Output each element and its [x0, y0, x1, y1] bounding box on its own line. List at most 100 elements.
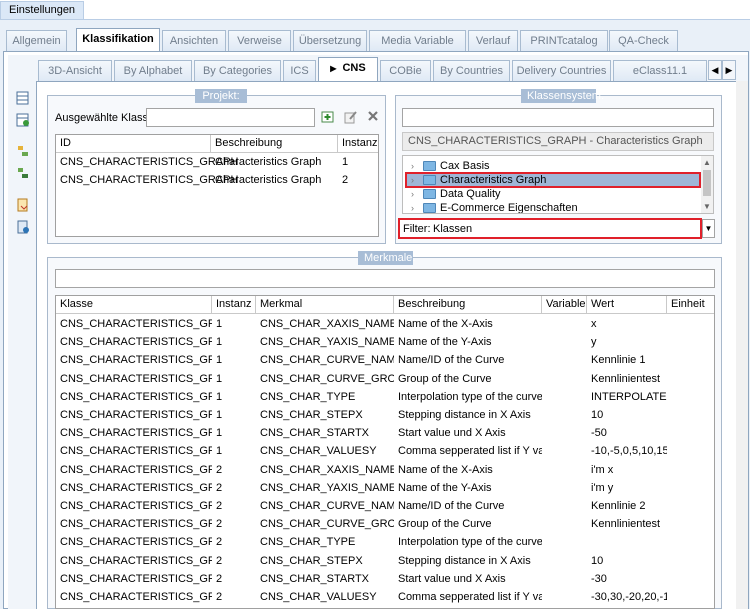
tab-scroll-right[interactable]: ▶ — [722, 60, 736, 80]
tree-edit-icon[interactable] — [16, 166, 30, 180]
tab-by-alphabet[interactable]: By Alphabet — [114, 60, 192, 81]
table-cell: CNS_CHAR_YAXIS_NAME — [260, 336, 394, 349]
tab-by-categories[interactable]: By Categories — [194, 60, 281, 81]
document-export-icon[interactable] — [16, 198, 30, 212]
table-cell — [542, 406, 587, 424]
filter-field[interactable]: Filter: Klassen — [398, 218, 702, 239]
table-cell — [667, 533, 714, 551]
col-instanz[interactable]: Instanz — [338, 135, 378, 153]
tree-item[interactable]: › Data Quality — [411, 187, 501, 201]
chevron-right-icon[interactable]: › — [411, 201, 423, 213]
table-cell — [667, 370, 714, 388]
document-import-icon[interactable] — [16, 220, 30, 234]
table-cell — [542, 370, 587, 388]
tab-cobie[interactable]: COBie — [380, 60, 431, 81]
table-cell: Start value und X Axis — [398, 572, 506, 585]
table-cell[interactable]: CNS_CHARACTERISTICS_GRAPH — [56, 533, 212, 551]
tab-3d-ansicht[interactable]: 3D-Ansicht — [38, 60, 112, 81]
selected-classes-input[interactable] — [146, 108, 315, 127]
chevron-right-icon[interactable]: › — [411, 187, 423, 201]
tab-printcatalog[interactable]: PRINTcatalog — [520, 30, 608, 51]
table-cell — [542, 424, 587, 442]
col-wert[interactable]: Wert — [587, 296, 667, 314]
table-cell — [542, 570, 587, 588]
col-id[interactable]: ID — [56, 135, 211, 153]
folder-icon — [423, 161, 436, 172]
col-beschreibung[interactable]: Beschreibung — [394, 296, 542, 314]
table-cell — [587, 533, 667, 551]
tree-add-icon[interactable] — [16, 144, 30, 158]
delete-icon[interactable] — [367, 110, 379, 122]
table-cell[interactable]: CNS_CHARACTERISTICS_GRAPH — [56, 333, 212, 351]
table-cell[interactable]: CNS_CHARACTERISTICS_GRAPH — [56, 515, 212, 533]
tree-scrollbar[interactable]: ▲ ▼ — [701, 156, 713, 213]
table-cell[interactable]: CNS_CHARACTERISTICS_GRAPH — [56, 424, 212, 442]
table-add-icon[interactable] — [16, 113, 30, 127]
tree-item[interactable]: › E-Commerce Eigenschaften — [411, 201, 578, 213]
col-variable[interactable]: Variable — [542, 296, 587, 314]
table-cell: CNS_CHAR_TYPE — [260, 536, 356, 549]
tab-by-countries[interactable]: By Countries — [433, 60, 510, 81]
tab-allgemein[interactable]: Allgemein — [6, 30, 67, 51]
tree-item[interactable]: › Characteristics Graph — [405, 172, 701, 188]
table-cell: Name of the Y-Axis — [398, 336, 492, 349]
table-cell[interactable]: CNS_CHARACTERISTICS_GRAPH — [56, 552, 212, 570]
table-cell[interactable]: CNS_CHARACTERISTICS_GRAPH — [56, 370, 212, 388]
tab-verweise[interactable]: Verweise — [228, 30, 291, 51]
table-cell: y — [591, 336, 597, 349]
table-cell[interactable]: CNS_CHARACTERISTICS_GRAPH — [56, 315, 212, 333]
table-cell[interactable]: CNS_CHARACTERISTICS_GRAPH — [56, 479, 212, 497]
table-cell: 1 — [216, 354, 223, 367]
table-cell: 1 — [216, 427, 223, 440]
table-cell: CNS_CHAR_TYPE — [260, 390, 356, 403]
tab-media-variable[interactable]: Media Variable — [369, 30, 466, 51]
table-cell[interactable]: CNS_CHARACTERISTICS_GRAPH — [56, 351, 212, 369]
add-icon[interactable] — [321, 110, 335, 124]
sub-tab-label: COBie — [389, 65, 422, 77]
edit-icon[interactable] — [344, 110, 358, 124]
selected-classes-label: Ausgewählte Klassen — [55, 112, 161, 124]
right-scrollbar[interactable] — [736, 81, 748, 609]
table-cell — [542, 588, 587, 606]
col-beschreibung[interactable]: Beschreibung — [211, 135, 338, 153]
table-cell — [542, 442, 587, 460]
col-merkmal[interactable]: Merkmal — [256, 296, 394, 314]
tab-ics[interactable]: ICS — [283, 60, 316, 81]
col-klasse[interactable]: Klasse — [56, 296, 212, 314]
filter-dropdown-arrow[interactable]: ▼ — [702, 219, 715, 238]
tab-delivery-countries[interactable]: Delivery Countries — [512, 60, 611, 81]
tree-item[interactable]: › Cax Basis — [411, 159, 490, 173]
table-export-icon[interactable] — [16, 91, 30, 105]
tab-qa-check[interactable]: QA-Check — [609, 30, 678, 51]
klassensystem-search-input[interactable] — [402, 108, 714, 127]
table-cell[interactable]: CNS_CHARACTERISTICS_GRAPH — [56, 461, 212, 479]
table-cell[interactable]: CNS_CHARACTERISTICS_GRAPH — [56, 570, 212, 588]
col-einheit[interactable]: Einheit — [667, 296, 714, 314]
tab-eclass11-1[interactable]: eClass11.1 — [613, 60, 707, 81]
table-cell[interactable]: CNS_CHARACTERISTICS_GRAPH — [56, 497, 212, 515]
table-cell: CNS_CHAR_CURVE_NAME — [260, 354, 394, 367]
side-toolbar — [14, 88, 34, 238]
tab-verlauf[interactable]: Verlauf — [468, 30, 518, 51]
tab-ansichten[interactable]: Ansichten — [162, 30, 226, 51]
table-cell — [542, 351, 587, 369]
table-cell: CNS_CHAR_STEPX — [260, 554, 363, 567]
table-cell: 10 — [591, 409, 604, 421]
table-cell[interactable]: CNS_CHARACTERISTICS_GRAPH — [56, 406, 212, 424]
table-cell[interactable]: CNS_CHARACTERISTICS_GRAPH — [56, 388, 212, 406]
table-cell[interactable]: CNS_CHARACTERISTICS_GRAPH — [56, 442, 212, 460]
merkmale-search-input[interactable] — [55, 269, 715, 288]
tab-scroll-left[interactable]: ◀ — [708, 60, 722, 80]
table-cell: i'm y — [591, 481, 614, 494]
tab-cns[interactable]: ▶ CNS — [318, 57, 378, 81]
tab-klassifikation[interactable]: Klassifikation — [76, 28, 160, 52]
col-instanz[interactable]: Instanz — [212, 296, 256, 314]
chevron-right-icon[interactable]: › — [411, 159, 423, 173]
table-cell: -30 — [591, 572, 607, 585]
table-cell: -30,30,-20,20,-1... — [591, 591, 667, 603]
table-cell[interactable]: CNS_CHARACTERISTICS_GRAPH — [56, 588, 212, 606]
chevron-right-icon[interactable]: › — [411, 174, 423, 186]
table-cell: CNS_CHAR_STARTX — [260, 572, 370, 585]
tab--bersetzung[interactable]: Übersetzung — [293, 30, 367, 51]
table-cell — [667, 315, 714, 333]
